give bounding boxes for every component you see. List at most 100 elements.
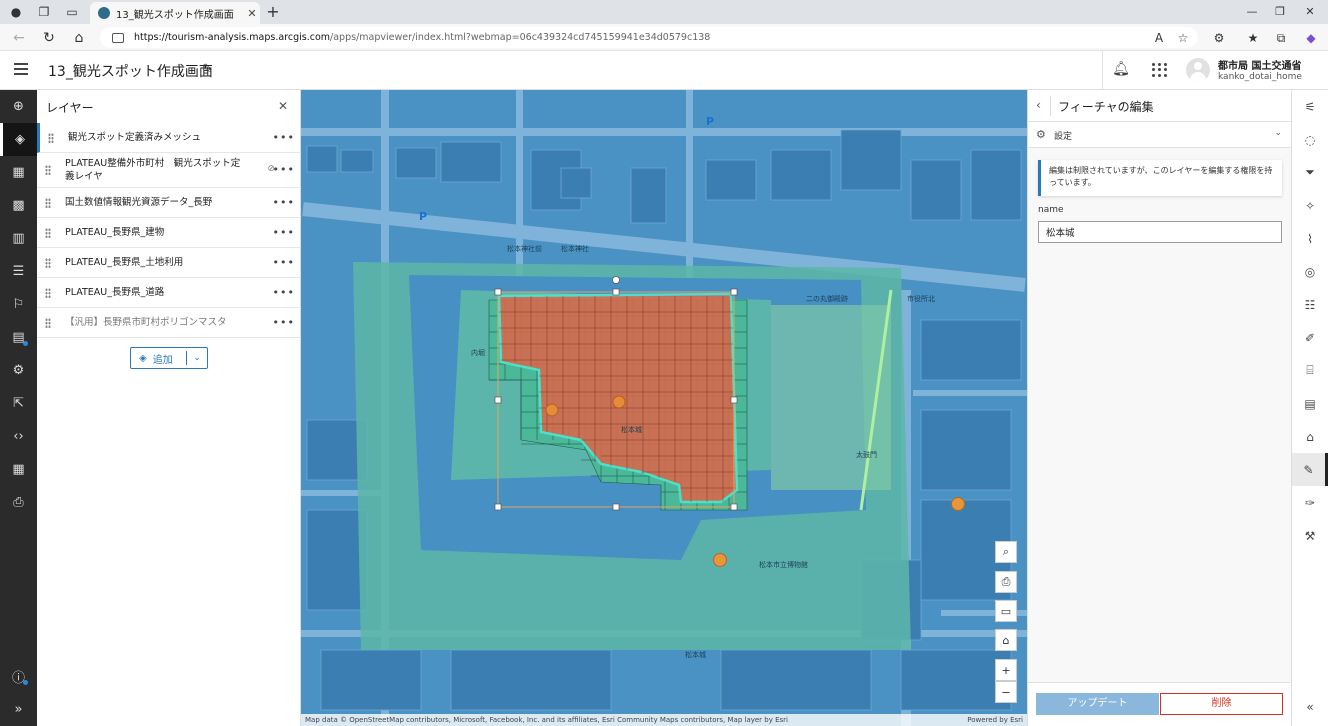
home-extent-icon[interactable]: ⌂ (995, 629, 1017, 651)
labels-icon[interactable]: ✐ (1292, 321, 1328, 354)
more-options-icon[interactable]: ••• (273, 286, 295, 299)
map-label: 松本市立博物館 (759, 561, 808, 569)
tables-icon[interactable]: ▦ (0, 156, 37, 189)
layer-item[interactable]: 観光スポット定義済みメッシュ ••• (37, 123, 301, 153)
map-label: 太鼓門 (856, 451, 877, 459)
charts-icon[interactable]: ▥ (0, 222, 37, 255)
map-view[interactable]: P P 松本神社前 松本神社 二の丸御殿跡 市役所北 松本城 内堀 太鼓門 松本… (301, 90, 1027, 726)
embed-icon[interactable]: ‹› (0, 420, 37, 453)
save-icon[interactable]: ▤ (0, 321, 37, 354)
powered-by[interactable]: Powered by Esri (967, 714, 1023, 726)
browser-tab[interactable]: 13_観光スポット作成画面 ✕ (90, 2, 260, 24)
fullscreen-icon[interactable]: ▭ (995, 600, 1017, 622)
collapse-icon[interactable]: « (1292, 690, 1328, 723)
map-label: 松本神社前 (507, 245, 542, 253)
more-options-icon[interactable]: ••• (273, 196, 295, 209)
tools-icon[interactable]: ⚒ (1292, 519, 1328, 552)
more-options-icon[interactable]: ••• (273, 163, 295, 176)
legend-icon[interactable]: ☰ (0, 255, 37, 288)
more-options-icon[interactable]: ••• (273, 316, 295, 329)
drag-handle-icon[interactable] (45, 197, 51, 208)
menu-icon[interactable] (14, 63, 28, 75)
url-field[interactable]: https://tourism-analysis.maps.arcgis.com… (100, 27, 1198, 48)
drag-handle-icon[interactable] (45, 287, 51, 298)
layer-item[interactable]: PLATEAU整備外市町村 観光スポット定義レイヤ ⊘ ••• (37, 153, 301, 188)
workspaces-icon[interactable]: ❐ (36, 4, 52, 20)
profile-icon[interactable]: ● (8, 4, 24, 20)
avatar[interactable] (1186, 58, 1210, 82)
effects-icon[interactable]: ✧ (1292, 189, 1328, 222)
name-field[interactable] (1038, 221, 1282, 243)
layer-item[interactable]: PLATEAU_長野県_土地利用 ••• (37, 248, 301, 278)
drag-handle-icon[interactable] (48, 132, 54, 143)
drag-handle-icon[interactable] (45, 227, 51, 238)
attachments-icon[interactable]: ▤ (1292, 387, 1328, 420)
add-layer-button[interactable]: ◈ 追加 ⌄ (130, 347, 208, 369)
attribution-text: Map data © OpenStreetMap contributors, M… (305, 716, 788, 724)
favorites-icon[interactable]: ★ (1244, 29, 1262, 47)
help-icon[interactable]: ⓘ (0, 660, 37, 693)
back-chevron-icon[interactable]: ‹ (1036, 98, 1041, 112)
edit-icon[interactable]: ✎ (1292, 453, 1328, 486)
extensions-icon[interactable]: ⚙ (1210, 29, 1228, 47)
print-icon[interactable]: ⎙ (0, 486, 37, 519)
layer-name: PLATEAU整備外市町村 観光スポット定義レイヤ (65, 158, 241, 182)
edit-title-pencil-icon[interactable]: ✎ (202, 62, 213, 77)
sketch-icon[interactable]: ✑ (1292, 486, 1328, 519)
add-layer-icon[interactable]: ⊕ (0, 90, 37, 123)
more-options-icon[interactable]: ••• (273, 226, 295, 239)
left-action-bar: ⊕ ◈ ▦ ▩ ▥ ☰ ⚐ ▤ ⚙ ⇱ ‹› ▦ ⎙ ⓘ » (0, 90, 37, 726)
zoom-in-icon[interactable]: + (995, 659, 1017, 681)
layers-icon[interactable]: ◈ (0, 123, 37, 156)
back-icon[interactable]: ← (10, 29, 28, 47)
pop-ups-icon[interactable]: ⌇ (1292, 222, 1328, 255)
minimize-icon[interactable]: — (1242, 3, 1262, 21)
layer-item[interactable]: PLATEAU_長野県_建物 ••• (37, 218, 301, 248)
settings-icon[interactable]: ⚙ (0, 354, 37, 387)
delete-button[interactable]: 削除 (1160, 693, 1283, 715)
map-canvas[interactable]: P P (301, 90, 1027, 726)
share-icon[interactable]: ⇱ (0, 387, 37, 420)
home-icon[interactable]: ⌂ (70, 29, 88, 47)
styles-icon[interactable]: ◌ (1292, 123, 1328, 156)
forms-icon[interactable]: ☷ (1292, 288, 1328, 321)
new-tab-icon[interactable]: + (264, 2, 282, 22)
tab-actions-icon[interactable]: ▭ (64, 4, 80, 20)
drag-handle-icon[interactable] (45, 257, 51, 268)
zoom-out-icon[interactable]: − (995, 681, 1017, 703)
basemap-icon[interactable]: ▩ (0, 189, 37, 222)
analysis-icon[interactable]: ⌸ (1292, 354, 1328, 387)
layer-item[interactable]: 国土数値情報観光資源データ_長野 ••• (37, 188, 301, 218)
collections-icon[interactable]: ⧉ (1272, 29, 1290, 47)
close-tab-icon[interactable]: ✕ (244, 7, 260, 20)
measure-icon[interactable]: ⌂ (1292, 420, 1328, 453)
layer-item[interactable]: PLATEAU_長野県_道路 ••• (37, 278, 301, 308)
print-map-icon[interactable]: ⎙ (995, 571, 1017, 593)
fields-icon[interactable]: ◎ (1292, 255, 1328, 288)
favorite-star-icon[interactable]: ☆ (1174, 29, 1192, 47)
filter-icon[interactable]: ⏷ (1292, 156, 1328, 189)
update-button[interactable]: アップデート (1036, 693, 1159, 715)
copilot-icon[interactable]: ◆ (1302, 29, 1320, 47)
close-window-icon[interactable]: ✕ (1300, 3, 1320, 21)
layer-item[interactable]: 【汎用】長野県市町村ポリゴンマスタ ••• (37, 308, 301, 338)
chevron-down-icon[interactable]: ⌄ (187, 353, 207, 363)
read-aloud-icon[interactable]: A (1150, 29, 1168, 47)
drag-handle-icon[interactable] (45, 165, 51, 175)
more-options-icon[interactable]: ••• (273, 131, 295, 144)
drag-handle-icon[interactable] (45, 317, 51, 328)
restore-icon[interactable]: ❐ (1270, 3, 1290, 21)
expand-icon[interactable]: » (0, 693, 37, 726)
reload-icon[interactable]: ↻ (40, 29, 58, 47)
search-icon[interactable]: ⌕ (995, 541, 1017, 563)
close-panel-icon[interactable]: ✕ (278, 99, 288, 113)
tab-title: 13_観光スポット作成画面 (116, 9, 234, 21)
bookmarks-icon[interactable]: ⚐ (0, 288, 37, 321)
properties-icon[interactable]: ⚟ (1292, 90, 1328, 123)
app-launcher-icon[interactable] (1150, 61, 1168, 79)
settings-expander[interactable]: ⚙ 設定 ⌄ (1028, 122, 1292, 148)
edit-feature-panel: ‹ フィーチャの編集 ⚙ 設定 ⌄ 編集は制限されていますが、このレイヤーを編集… (1027, 90, 1292, 726)
more-options-icon[interactable]: ••• (273, 256, 295, 269)
notifications-bell-icon[interactable]: 🔔︎ (1112, 61, 1130, 79)
create-app-icon[interactable]: ▦ (0, 453, 37, 486)
